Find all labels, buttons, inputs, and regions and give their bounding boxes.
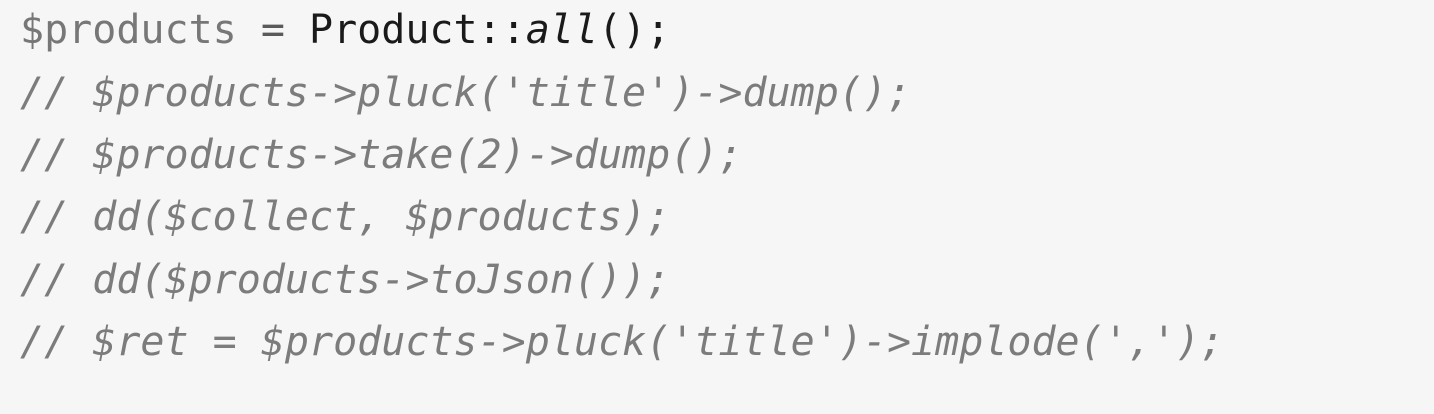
call-tail-token: (); <box>598 7 671 53</box>
variable-token: $products <box>20 7 237 53</box>
method-token: all <box>525 7 598 53</box>
code-line-3-comment: // $products->take(2)->dump(); <box>20 132 743 178</box>
code-line-5-comment: // dd($products->toJson()); <box>20 257 671 303</box>
code-line-2-comment: // $products->pluck('title')->dump(); <box>20 70 912 116</box>
assign-operator-token: = <box>236 7 309 53</box>
code-line-6-comment: // $ret = $products->pluck('title')->imp… <box>20 319 1225 365</box>
code-line-4-comment: // dd($collect, $products); <box>20 194 671 240</box>
class-token: Product:: <box>309 7 526 53</box>
code-line-1: $products = Product::all(); <box>20 6 670 54</box>
code-editor[interactable]: $products = Product::all(); // $products… <box>0 0 1434 414</box>
